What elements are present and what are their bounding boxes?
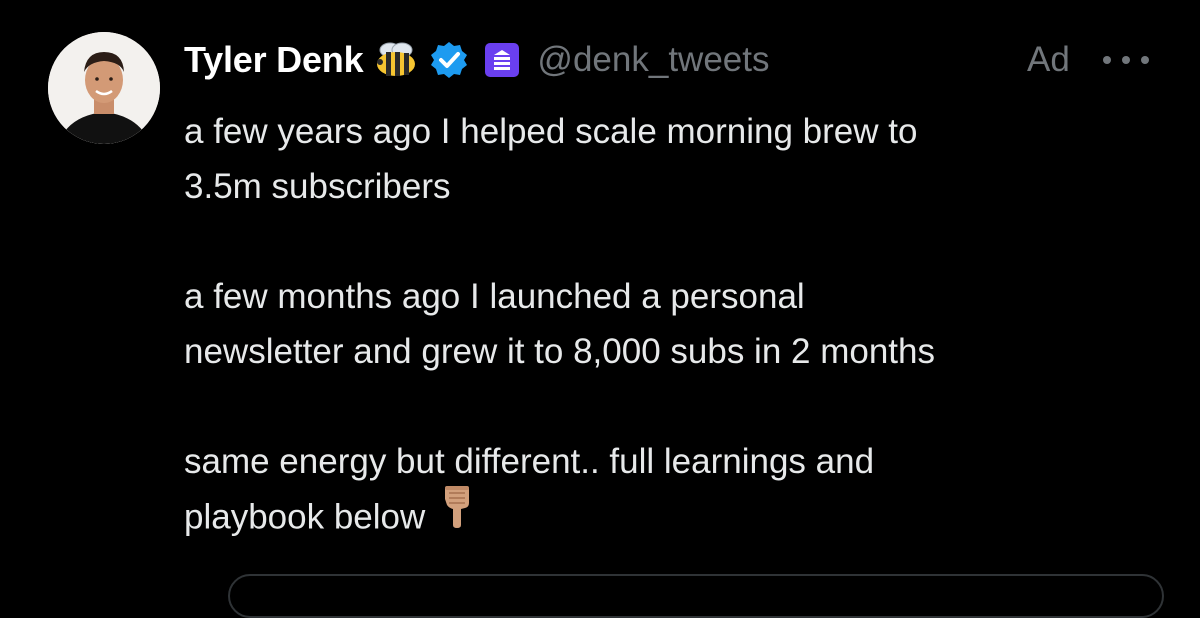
text-line: playbook below [184,497,426,537]
author-avatar[interactable] [48,32,160,144]
text-line: same energy but different.. full learnin… [184,442,875,481]
ad-label: Ad [1027,40,1070,79]
verified-badge-icon[interactable] [429,40,469,80]
pointing-down-hand-icon [437,485,477,545]
paragraph-1: a few years ago I helped scale morning b… [184,104,1174,214]
beehiiv-logo-icon[interactable] [485,43,520,77]
more-dot [1103,56,1111,64]
author-name[interactable]: Tyler Denk [184,39,364,81]
author-handle[interactable]: @denk_tweets [537,40,769,80]
tweet-header: Tyler Denk @denk_tweets [184,34,769,86]
more-dot [1122,56,1130,64]
text-line: newsletter and grew it to 8,000 subs in … [184,332,935,371]
paragraph-2: a few months ago I launched a personal n… [184,269,1174,379]
text-line: a few months ago I launched a personal [184,277,805,316]
tweet-card[interactable]: Tyler Denk @denk_tweets Ad a few years a… [0,0,1200,618]
text-line: a few years ago I helped scale morning b… [184,112,918,151]
text-line: 3.5m subscribers [184,167,451,206]
media-card-preview[interactable] [228,574,1164,618]
more-dot [1141,56,1149,64]
paragraph-3: same energy but different.. full learnin… [184,434,1174,549]
tweet-text: a few years ago I helped scale morning b… [184,104,1174,549]
more-options-icon[interactable] [1103,48,1149,72]
bee-emoji-icon [375,40,417,80]
